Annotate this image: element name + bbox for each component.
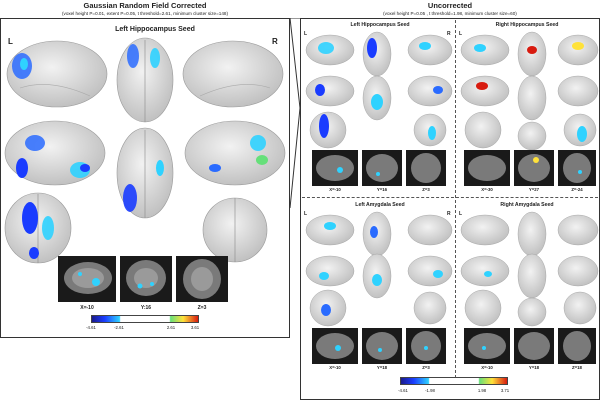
q3-mri-coronal [362, 328, 402, 364]
brain-lateral-right [182, 40, 284, 108]
q1-mri-coronal [362, 150, 402, 186]
brain-posterior-view [4, 192, 72, 264]
q2-coord-z: Z=-24 [571, 187, 583, 192]
right-header-subtitle: (voxel height P=0.05 , t threshold=1.98,… [383, 11, 517, 16]
left-colorbar-tick-neg: -2.61 [114, 325, 124, 330]
left-header-title: Gaussian Random Field Corrected [83, 1, 207, 10]
mri-slice-coronal [120, 256, 172, 302]
q1-coord-z: Z=3 [422, 187, 430, 192]
quadrant-2-brains [460, 31, 599, 151]
q1-coord-x: X=-10 [329, 187, 341, 192]
q4-mri-axial [558, 328, 596, 364]
q2-mri-axial [558, 150, 596, 186]
brain-anterior-view [202, 197, 268, 263]
quadrant-3-brains [305, 211, 453, 327]
q3-coord-y: Y=18 [376, 365, 388, 370]
right-header-title: Uncorrected [427, 1, 473, 10]
q2-mri-coronal [514, 150, 554, 186]
q2-mri-sagittal [464, 150, 510, 186]
q1-coord-y: Y=16 [376, 187, 388, 192]
right-colorbar-tick-neg: -1.98 [425, 388, 435, 393]
q4-coord-z: Z=18 [572, 365, 582, 370]
left-colorbar [91, 315, 199, 323]
right-colorbar-tick-min: -4.61 [398, 388, 408, 393]
q3-mri-axial [406, 328, 446, 364]
coord-x-label: X=-10 [80, 305, 94, 311]
right-colorbar-tick-max: 3.71 [500, 388, 510, 393]
left-colorbar-tick-min: -4.61 [86, 325, 96, 330]
brain-medial-left [4, 120, 106, 186]
brain-lateral-left [6, 40, 108, 108]
mri-slice-sagittal [58, 256, 116, 302]
q3-mri-sagittal [312, 328, 358, 364]
mri-slice-axial [176, 256, 228, 302]
quadrant-4-brains [460, 211, 599, 327]
q4-coord-y: Y=18 [528, 365, 540, 370]
q4-mri-coronal [514, 328, 554, 364]
q3-coord-x: X=-10 [329, 365, 341, 370]
q3-coord-z: Z=3 [422, 365, 430, 370]
q2-coord-y: Y=27 [528, 187, 540, 192]
brain-medial-right [184, 120, 286, 186]
left-header-subtitle: (voxel height P=0.01, extent P=0.05, t t… [62, 11, 228, 16]
right-colorbar-tick-pos: 1.98 [477, 388, 487, 393]
q1-mri-axial [406, 150, 446, 186]
q4-mri-sagittal [464, 328, 510, 364]
q4-coord-x: X=-10 [481, 365, 493, 370]
left-colorbar-tick-max: 3.61 [190, 325, 200, 330]
left-colorbar-tick-pos: 2.61 [166, 325, 176, 330]
brain-dorsal-view [116, 37, 174, 123]
q2-coord-x: X=-30 [481, 187, 493, 192]
right-colorbar [400, 377, 508, 385]
coord-z-label: Z=3 [197, 305, 207, 311]
coord-y-label: Y:16 [140, 305, 152, 311]
q1-mri-sagittal [312, 150, 358, 186]
brain-ventral-view [116, 127, 174, 219]
quadrant-1-brains [305, 31, 453, 149]
